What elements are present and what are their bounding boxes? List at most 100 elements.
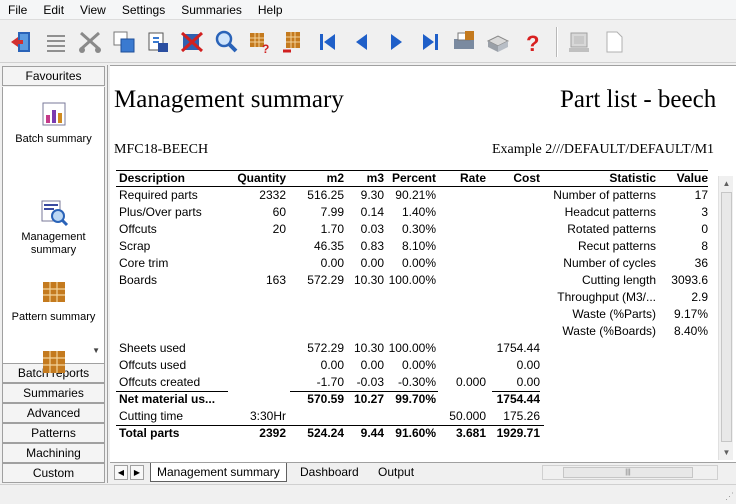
delete-icon <box>180 31 204 52</box>
machine-button[interactable] <box>564 25 596 59</box>
cell-percent: 100.00% <box>388 341 436 355</box>
cell-statistic: Waste (%Parts) <box>572 307 656 321</box>
tab-next-icon[interactable]: ▶ <box>130 465 144 480</box>
sidebar-item-batch-summary[interactable]: Batch summary <box>3 101 104 146</box>
svg-text:?: ? <box>526 31 539 55</box>
cell-rate: 3.681 <box>455 426 486 440</box>
tab-dashboard[interactable]: Dashboard <box>294 463 365 482</box>
horizontal-scrollbar[interactable]: ||| <box>542 465 718 480</box>
last-icon <box>423 33 438 50</box>
table-row: Offcuts created -1.70 -0.03 -0.30% 0.000 0.00 <box>110 374 716 391</box>
scroll-down-icon[interactable]: ▼ <box>719 445 734 460</box>
next-button[interactable] <box>380 25 412 59</box>
menu-settings[interactable]: Settings <box>114 0 173 20</box>
table-row: Boards 163 572.29 10.30 100.00% Cutting lengt… <box>110 272 716 289</box>
vertical-scrollbar[interactable]: ▲ ▼ <box>718 176 733 460</box>
sidebar-item-management-summary[interactable]: Management summary <box>3 199 104 257</box>
header-value: Value <box>676 171 708 185</box>
find-icon <box>215 30 238 52</box>
menu-edit[interactable]: Edit <box>35 0 72 20</box>
cell-percent: 90.21% <box>395 188 436 202</box>
pattern-summary-icon <box>42 282 65 302</box>
cell-value: 0 <box>701 222 708 236</box>
tab-prev-icon[interactable]: ◀ <box>114 465 128 480</box>
sidebar-group-patterns[interactable]: Patterns <box>2 423 105 443</box>
scroll-up-icon[interactable]: ▲ <box>719 176 734 191</box>
cell-cost: 1754.44 <box>496 392 540 406</box>
header-statistic: Statistic <box>609 171 656 185</box>
help-button[interactable]: ? <box>516 25 548 59</box>
cell-percent: 100.00% <box>388 273 436 287</box>
sidebar-favourites-header[interactable]: Favourites <box>2 66 105 86</box>
cell-m2: 524.24 <box>307 426 344 440</box>
sidebar-group-summaries[interactable]: Summaries <box>2 383 105 403</box>
vertical-scroll-thumb[interactable] <box>721 192 732 442</box>
cell-value: 3 <box>701 205 708 219</box>
last-button[interactable] <box>414 25 446 59</box>
horizontal-scroll-thumb[interactable]: ||| <box>563 467 693 478</box>
menu-file[interactable]: File <box>0 0 35 20</box>
copy-button[interactable] <box>108 25 140 59</box>
cell-statistic: Recut patterns <box>577 239 656 253</box>
cell-quantity: 163 <box>265 273 286 287</box>
cell-percent: 0.30% <box>401 222 436 236</box>
total-rule <box>116 425 544 426</box>
sidebar-group-custom[interactable]: Custom <box>2 463 105 483</box>
find-button[interactable] <box>210 25 242 59</box>
cell-m2: 572.29 <box>307 273 344 287</box>
list-button[interactable] <box>40 25 72 59</box>
cell-cost: 0.00 <box>516 358 540 372</box>
toolbar-separator <box>556 26 558 57</box>
menu-summaries[interactable]: Summaries <box>173 0 250 20</box>
cell-value: 17 <box>694 188 708 202</box>
cell-m3: 10.30 <box>353 341 384 355</box>
previous-button[interactable] <box>346 25 378 59</box>
sidebar-group-machining[interactable]: Machining <box>2 443 105 463</box>
cell-description: Core trim <box>119 256 169 270</box>
tab-output[interactable]: Output <box>372 463 420 482</box>
table-row: Offcuts used 0.00 0.00 0.00% 0.00 <box>110 357 716 374</box>
cell-description: Boards <box>119 273 158 287</box>
delete-button[interactable] <box>176 25 208 59</box>
sidebar-group-advanced[interactable]: Advanced <box>2 403 105 423</box>
table-header: Description Quantity m2 m3 Percent Rate … <box>110 170 716 187</box>
cell-quantity: 20 <box>272 222 286 236</box>
cell-statistic: Number of patterns <box>553 188 656 202</box>
report-tab-bar: ◀ ▶ Management summary Dashboard Output … <box>110 462 736 482</box>
header-percent: Percent <box>391 171 436 185</box>
exit-button[interactable] <box>6 25 38 59</box>
cell-description: Required parts <box>119 188 198 202</box>
page-icon <box>606 31 623 52</box>
table-row: Sheets used 572.29 10.30 100.00% 1754.44 <box>110 340 716 357</box>
menu-view[interactable]: View <box>72 0 114 20</box>
cell-m3: -0.03 <box>356 375 384 389</box>
pattern-grid-icon <box>42 351 65 373</box>
header-m2: m2 <box>326 171 344 185</box>
resize-grip-icon[interactable]: ⋰ <box>725 491 734 502</box>
header-rate: Rate <box>459 171 486 185</box>
replace-button[interactable] <box>278 25 310 59</box>
table-row: Net material us... 570.59 10.27 99.70% 1754.… <box>110 391 716 408</box>
tab-management-summary[interactable]: Management summary <box>150 463 287 482</box>
cell-m2: 1.70 <box>320 222 344 236</box>
page-button[interactable] <box>598 25 630 59</box>
sidebar-item-label: Management summary <box>21 231 86 256</box>
sidebar-item-pattern-summary[interactable]: Pattern summary <box>3 279 104 324</box>
sidebar-scroll-down-icon[interactable]: ▼ <box>92 346 100 355</box>
cut-button[interactable] <box>74 25 106 59</box>
first-button[interactable] <box>312 25 344 59</box>
menu-help[interactable]: Help <box>250 0 291 20</box>
header-m3: m3 <box>366 171 384 185</box>
cell-m2: 0.00 <box>320 358 344 372</box>
cell-m3: 0.00 <box>360 256 384 270</box>
sidebar-item-next[interactable] <box>3 349 104 381</box>
cell-description: Scrap <box>119 239 151 253</box>
print-button[interactable] <box>482 25 514 59</box>
table-row: Cutting time 3:30Hr 50.000 175.26 <box>110 408 716 425</box>
paste-button[interactable] <box>142 25 174 59</box>
table-row: Throughput (M3/... 2.9 <box>110 289 716 306</box>
sidebar-item-label: Pattern summary <box>11 311 96 323</box>
edit-pattern-button[interactable]: ? <box>244 25 276 59</box>
copy-icon <box>113 31 135 52</box>
print-preview-button[interactable] <box>448 25 480 59</box>
